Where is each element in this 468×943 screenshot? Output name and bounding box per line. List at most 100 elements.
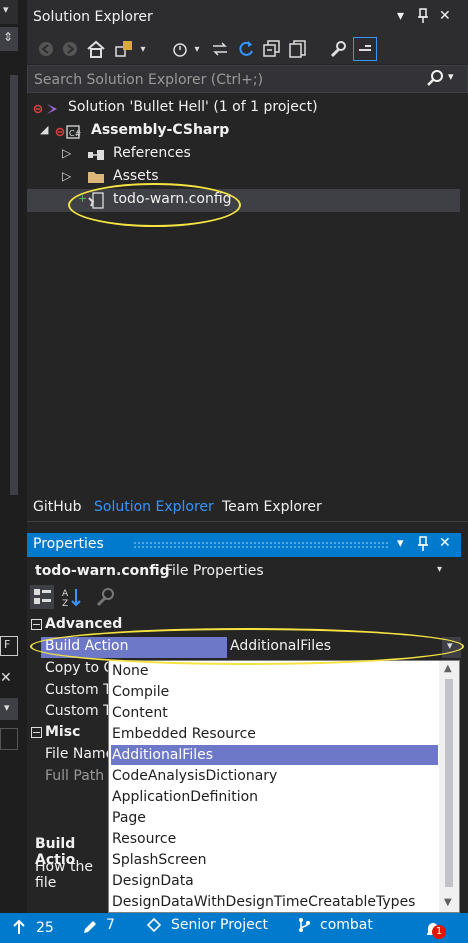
properties-toolbar: AZ — [27, 585, 461, 611]
collapsed-arrow-icon[interactable]: ▷ — [62, 146, 71, 160]
forward-icon[interactable] — [59, 38, 81, 60]
scroll-up-icon[interactable]: ▲ — [444, 663, 452, 674]
tree-item-config-file[interactable]: + todo-warn.config — [27, 189, 460, 212]
property-pages-wrench-icon[interactable] — [93, 585, 117, 609]
object-type: File Properties — [165, 563, 264, 579]
option-page[interactable]: Page — [111, 808, 438, 828]
option-embedded-resource[interactable]: Embedded Resource — [111, 724, 438, 744]
tree-item-project[interactable]: ◢ C# Assembly-CSharp — [27, 120, 460, 143]
close-icon[interactable]: ✕ — [439, 8, 455, 26]
pin-icon[interactable] — [417, 8, 433, 26]
option-content[interactable]: Content — [111, 703, 438, 723]
push-arrow-icon[interactable] — [12, 919, 26, 935]
editor-dropdown[interactable]: ▾ — [0, 0, 18, 24]
tool-window-tabs: GitHub Solution Explorer Team Explorer — [27, 495, 468, 521]
option-compile[interactable]: Compile — [111, 682, 438, 702]
tab-github[interactable]: GitHub — [33, 499, 82, 515]
object-name: todo-warn.config — [35, 563, 170, 579]
property-name: Custom To — [45, 703, 118, 719]
config-file-icon — [87, 192, 105, 210]
repository-icon[interactable] — [146, 917, 162, 933]
divider — [27, 521, 468, 522]
option-design-data-creatable-types[interactable]: DesignDataWithDesignTimeCreatableTypes — [111, 892, 438, 912]
pending-changes-filter-icon[interactable] — [169, 38, 191, 60]
branch-name[interactable]: combat — [320, 917, 373, 933]
options-scrollbar[interactable]: ▲ ▼ — [439, 661, 459, 912]
editor-field[interactable]: F — [0, 636, 18, 656]
editor-scrollbar[interactable] — [10, 75, 18, 495]
home-icon[interactable] — [85, 38, 107, 60]
solution-label: Solution 'Bullet Hell' (1 of 1 project) — [68, 99, 318, 115]
show-all-files-icon[interactable] — [287, 38, 309, 60]
unpushed-count[interactable]: 25 — [36, 920, 54, 936]
editor-field-2[interactable] — [0, 728, 18, 750]
object-selector-dropdown-icon[interactable]: ▾ — [437, 564, 442, 575]
panel-title: Solution Explorer — [33, 9, 153, 25]
refresh-icon[interactable] — [235, 38, 257, 60]
branch-icon[interactable] — [297, 917, 311, 933]
svg-text:A: A — [62, 589, 69, 599]
scroll-down-icon[interactable]: ▼ — [444, 897, 452, 908]
option-application-definition[interactable]: ApplicationDefinition — [111, 787, 438, 807]
expanded-arrow-icon[interactable]: ◢ — [40, 123, 48, 136]
tree-item-assets[interactable]: ▷ Assets — [27, 166, 460, 189]
close-icon[interactable]: ✕ — [0, 670, 12, 686]
search-options-dropdown-icon[interactable]: ▾ — [448, 70, 454, 83]
tree-item-solution[interactable]: Solution 'Bullet Hell' (1 of 1 project) — [27, 97, 460, 120]
property-value-dropdown[interactable]: AdditionalFiles — [230, 637, 440, 658]
option-splash-screen[interactable]: SplashScreen — [111, 850, 438, 870]
added-file-plus-icon: + — [78, 192, 88, 205]
split-icon[interactable]: ⇕ — [0, 27, 18, 51]
pending-changes-count[interactable]: 7 — [106, 917, 115, 933]
properties-wrench-icon[interactable] — [327, 38, 349, 60]
scroll-thumb[interactable] — [445, 679, 453, 887]
search-icon[interactable] — [426, 69, 444, 87]
object-selector[interactable]: todo-warn.config File Properties ▾ — [27, 560, 461, 584]
tab-solution-explorer[interactable]: Solution Explorer — [94, 499, 214, 515]
back-icon[interactable] — [35, 38, 57, 60]
category-advanced[interactable]: Advanced — [27, 615, 461, 636]
tree-item-references[interactable]: ▷ References — [27, 143, 460, 166]
editor-dropdown-2[interactable]: ▾ — [0, 698, 18, 720]
collapsed-arrow-icon[interactable]: ▷ — [62, 169, 71, 183]
preview-selected-items-icon[interactable] — [353, 37, 377, 61]
option-additional-files[interactable]: AdditionalFiles — [111, 745, 438, 765]
config-file-label: todo-warn.config — [113, 191, 232, 207]
category-label: Advanced — [45, 616, 123, 632]
option-resource[interactable]: Resource — [111, 829, 438, 849]
switch-views-icon[interactable] — [113, 38, 135, 60]
solution-search-box[interactable]: ▾ — [27, 65, 468, 93]
property-name: Copy to C — [45, 660, 114, 676]
window-position-icon[interactable]: ▾ — [397, 8, 413, 26]
categorized-icon[interactable] — [30, 585, 54, 609]
references-label: References — [113, 145, 191, 161]
collapse-icon[interactable] — [31, 727, 42, 738]
collapse-all-icon[interactable] — [261, 38, 283, 60]
solution-icon — [33, 101, 63, 117]
dropdown-arrow-icon[interactable]: ▾ — [442, 637, 461, 658]
properties-title: Properties — [33, 536, 104, 552]
property-name: Full Path — [45, 768, 105, 784]
option-none[interactable]: None — [111, 661, 438, 681]
sync-icon[interactable] — [209, 38, 231, 60]
description-text: How the file — [35, 859, 93, 891]
category-label: Misc — [45, 724, 81, 740]
repository-name[interactable]: Senior Project — [171, 917, 268, 933]
switch-views-dropdown-icon[interactable]: ▾ — [137, 38, 149, 60]
option-design-data[interactable]: DesignData — [111, 871, 438, 891]
property-row-build-action[interactable]: Build Action AdditionalFiles ▾ — [27, 637, 461, 658]
close-icon[interactable]: ✕ — [439, 535, 451, 551]
status-bar: 25 7 Senior Project combat 1 — [0, 913, 468, 943]
build-action-options-list[interactable]: None Compile Content Embedded Resource A… — [108, 660, 460, 913]
option-code-analysis-dictionary[interactable]: CodeAnalysisDictionary — [111, 766, 438, 786]
filter-dropdown-icon[interactable]: ▾ — [191, 38, 203, 60]
property-name: Build Action — [41, 637, 227, 658]
window-position-icon[interactable]: ▾ — [397, 536, 404, 551]
pencil-icon[interactable] — [82, 919, 98, 935]
search-input[interactable] — [32, 69, 416, 91]
pin-icon[interactable] — [417, 536, 429, 552]
folder-icon — [87, 169, 105, 185]
collapse-icon[interactable] — [31, 619, 42, 630]
tab-team-explorer[interactable]: Team Explorer — [222, 499, 322, 515]
alphabetical-icon[interactable]: AZ — [60, 585, 84, 609]
